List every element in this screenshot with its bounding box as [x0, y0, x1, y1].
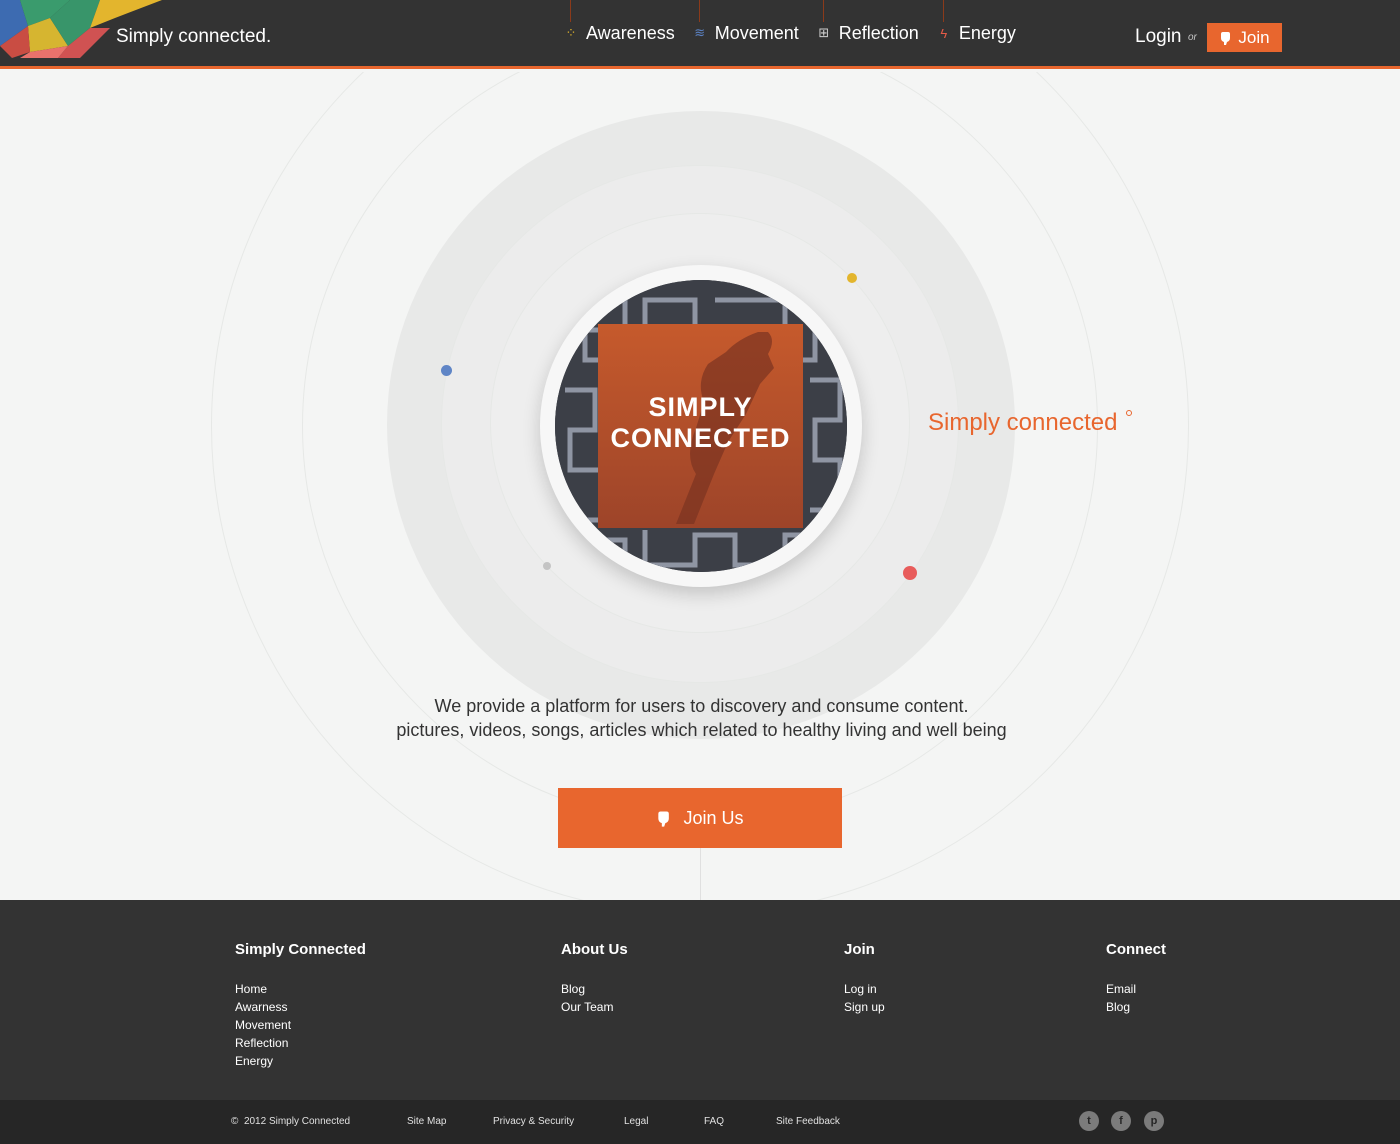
hero-image-title: SIMPLY CONNECTED — [610, 392, 791, 453]
tagline-mark-icon — [1126, 410, 1132, 416]
or-separator: or — [1188, 32, 1197, 43]
footer-link-energy[interactable]: Energy — [235, 1052, 366, 1070]
site-footer: Simply Connected Home Awarness Movement … — [0, 900, 1400, 1100]
nav-item-energy[interactable]: ϟ Energy — [935, 0, 1032, 66]
cta-divider-line — [700, 848, 701, 900]
twitter-icon[interactable]: t — [1079, 1111, 1099, 1131]
hero-section: SIMPLY CONNECTED Simply connected We pro… — [0, 72, 1400, 900]
footer-link-blog[interactable]: Blog — [561, 980, 628, 998]
footer-link-sign-up[interactable]: Sign up — [844, 998, 885, 1016]
footer-link-our-team[interactable]: Our Team — [561, 998, 628, 1016]
footer-link-reflection[interactable]: Reflection — [235, 1034, 366, 1052]
copyright-text: 2012 Simply Connected — [243, 1116, 351, 1127]
facebook-icon[interactable]: f — [1111, 1111, 1131, 1131]
legal-link[interactable]: Legal — [624, 1116, 648, 1127]
brand-name[interactable]: Simply connected. — [116, 26, 271, 48]
hand-icon — [658, 811, 670, 827]
join-label: Join — [1238, 27, 1270, 47]
footer-link-home[interactable]: Home — [235, 980, 366, 998]
join-us-label: Join Us — [683, 807, 744, 828]
orbit-dot — [543, 562, 551, 570]
nav-label: Reflection — [838, 22, 919, 43]
hero-description: We provide a platform for users to disco… — [300, 694, 1103, 742]
footer-link-email[interactable]: Email — [1106, 980, 1166, 998]
footer-column-about-us: About Us Blog Our Team — [561, 941, 628, 1016]
footer-column-simply-connected: Simply Connected Home Awarness Movement … — [235, 941, 366, 1070]
privacy-link[interactable]: Privacy & Security — [493, 1116, 574, 1127]
pinterest-icon[interactable]: p — [1144, 1111, 1164, 1131]
grid-icon: ⊞ — [818, 25, 830, 40]
footer-link-awareness[interactable]: Awarness — [235, 998, 366, 1016]
hand-icon — [1221, 31, 1231, 45]
hero-description-line: We provide a platform for users to disco… — [434, 696, 969, 716]
copyright-icon: © — [231, 1116, 239, 1127]
lightning-icon: ϟ — [940, 25, 948, 41]
footer-column-connect: Connect Email Blog — [1106, 941, 1166, 1016]
hero-tagline: Simply connected — [928, 409, 1118, 436]
footer-heading: Simply Connected — [235, 941, 366, 958]
orbit-dot — [441, 365, 452, 376]
wave-icon: ≋ — [694, 25, 706, 40]
faq-link[interactable]: FAQ — [704, 1116, 724, 1127]
main-nav: ⁘ Awareness ≋ Movement ⊞ Reflection ϟ En… — [562, 0, 1032, 66]
site-map-link[interactable]: Site Map — [407, 1116, 446, 1127]
site-header: Simply connected. ⁘ Awareness ≋ Movement… — [0, 0, 1400, 69]
site-feedback-link[interactable]: Site Feedback — [776, 1116, 840, 1127]
bottom-bar: © 2012 Simply Connected Site Map Privacy… — [0, 1100, 1400, 1144]
footer-link-log-in[interactable]: Log in — [844, 980, 885, 998]
join-button[interactable]: Join — [1207, 23, 1282, 52]
orbit-dot — [847, 273, 857, 283]
footer-heading: Join — [844, 941, 875, 958]
nav-item-reflection[interactable]: ⊞ Reflection — [815, 0, 935, 66]
copyright: © 2012 Simply Connected — [231, 1116, 350, 1127]
orbit-dot — [903, 566, 917, 580]
footer-link-blog[interactable]: Blog — [1106, 998, 1166, 1016]
nav-item-awareness[interactable]: ⁘ Awareness — [562, 0, 691, 66]
footer-link-movement[interactable]: Movement — [235, 1016, 366, 1034]
dots-icon: ⁘ — [565, 25, 577, 40]
nav-label: Awareness — [586, 22, 675, 43]
login-link[interactable]: Login — [1135, 26, 1182, 48]
footer-column-join: Join Log in Sign up — [844, 941, 885, 1016]
join-us-button[interactable]: Join Us — [558, 788, 842, 848]
footer-heading: About Us — [561, 941, 628, 958]
nav-label: Movement — [714, 22, 799, 43]
nav-item-movement[interactable]: ≋ Movement — [691, 0, 815, 66]
nav-label: Energy — [958, 22, 1016, 43]
hero-description-line: pictures, videos, songs, articles which … — [396, 720, 1007, 740]
footer-heading: Connect — [1106, 941, 1166, 958]
